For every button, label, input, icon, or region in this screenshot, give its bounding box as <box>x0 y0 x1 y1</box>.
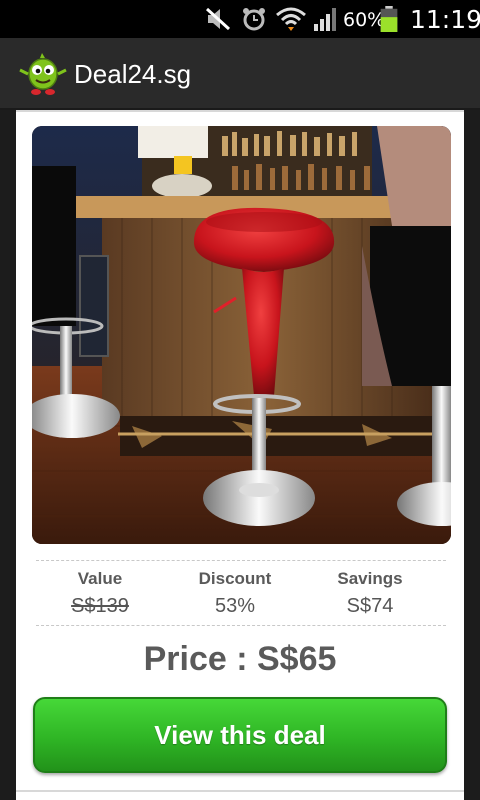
deal-card: Value S$139 Discount 53% Savings S$74 Pr… <box>16 110 464 800</box>
wifi-icon <box>276 7 306 31</box>
action-bar: Deal24.sg <box>0 38 480 110</box>
savings-value: S$74 <box>346 595 394 617</box>
deal-price: Price : S$65 <box>143 640 337 678</box>
clock: 11:19 <box>410 5 480 34</box>
stat-label: Discount <box>198 569 272 588</box>
stat-savings: Savings S$74 <box>302 561 438 618</box>
original-value: S$139 <box>71 595 129 617</box>
alarm-icon <box>243 8 265 31</box>
stat-label: Savings <box>337 569 403 588</box>
divider <box>16 790 464 792</box>
mute-icon <box>205 7 231 31</box>
app-title: Deal24.sg <box>74 59 192 89</box>
battery-icon <box>380 6 398 32</box>
content-area: Value S$139 Discount 53% Savings S$74 Pr… <box>0 110 480 800</box>
deal-image[interactable] <box>32 126 451 544</box>
bar-stool-photo <box>32 126 451 544</box>
divider <box>16 110 464 112</box>
status-bar: 60% 11:19 <box>0 0 480 38</box>
stat-value: Value S$139 <box>32 561 168 618</box>
stat-label: Value <box>77 569 123 588</box>
discount-value: 53% <box>214 595 256 617</box>
view-deal-button-label: View this deal <box>154 720 326 750</box>
mascot-logo-icon[interactable] <box>18 52 68 98</box>
signal-icon <box>314 8 336 31</box>
view-deal-button[interactable]: View this deal <box>33 697 447 773</box>
deal-stats: Value S$139 Discount 53% Savings S$74 <box>36 560 446 626</box>
stat-discount: Discount 53% <box>167 561 303 618</box>
